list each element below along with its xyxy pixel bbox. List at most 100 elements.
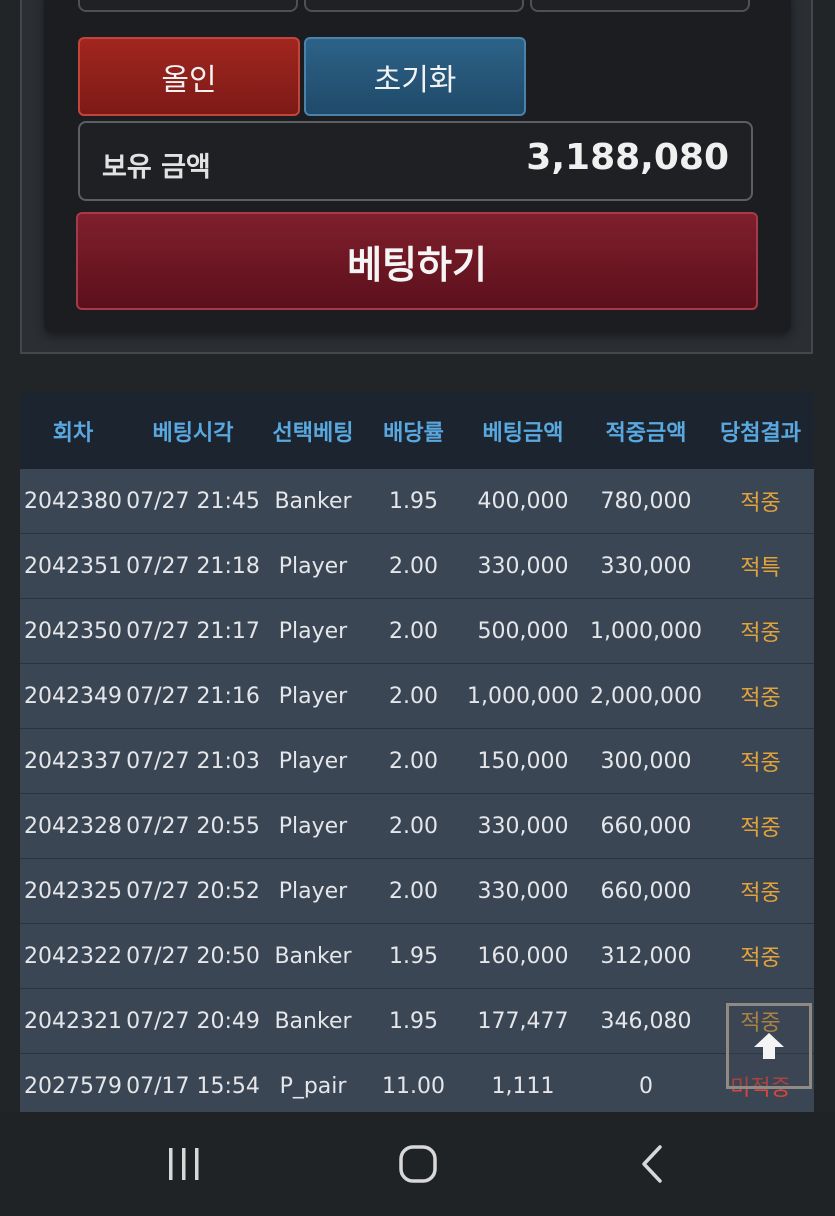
home-button[interactable] [388, 1142, 448, 1186]
chip-slot-3[interactable] [530, 0, 750, 12]
cell-payout: 312,000 [585, 923, 707, 989]
table-row: 2042351 07/27 21:18 Player 2.00 330,000 330,0… [20, 533, 814, 599]
cell-result: 적중 [707, 469, 814, 534]
cell-stake: 330,000 [461, 858, 585, 924]
table-header-row: 회차 베팅시각 선택베팅 배당률 베팅금액 적중금액 당첨결과 [20, 392, 814, 469]
column-header-stake: 베팅금액 [461, 392, 585, 469]
cell-time: 07/27 21:16 [126, 663, 260, 729]
balance-display: 보유 금액 3,188,080 [78, 121, 753, 201]
cell-round: 2027579 [20, 1053, 126, 1112]
cell-pick: Player [260, 793, 366, 859]
cell-stake: 330,000 [461, 793, 585, 859]
cell-round: 2042349 [20, 663, 126, 729]
cell-odds: 2.00 [366, 598, 461, 664]
cell-time: 07/27 21:03 [126, 728, 260, 794]
cell-round: 2042337 [20, 728, 126, 794]
system-nav-bar [0, 1112, 835, 1216]
table-row: 2042380 07/27 21:45 Banker 1.95 400,000 780,0… [20, 469, 814, 534]
back-icon [642, 1145, 662, 1183]
cell-odds: 1.95 [366, 988, 461, 1054]
cell-result: 적특 [707, 533, 814, 599]
chip-slot-1[interactable] [78, 0, 298, 12]
cell-pick: Player [260, 533, 366, 599]
arrow-up-icon [754, 1033, 784, 1059]
table-row: 2042328 07/27 20:55 Player 2.00 330,000 660,0… [20, 793, 814, 859]
place-bet-button[interactable]: 베팅하기 [76, 212, 758, 310]
cell-result: 적중 [707, 793, 814, 859]
cell-payout: 1,000,000 [585, 598, 707, 664]
cell-time: 07/27 20:55 [126, 793, 260, 859]
cell-odds: 1.95 [366, 923, 461, 989]
table-row: 2042349 07/27 21:16 Player 2.00 1,000,000 2,0… [20, 663, 814, 729]
cell-pick: Player [260, 728, 366, 794]
cell-result: 적중 [707, 598, 814, 664]
allin-button[interactable]: 올인 [78, 37, 300, 116]
cell-odds: 2.00 [366, 793, 461, 859]
cell-time: 07/27 20:52 [126, 858, 260, 924]
cell-time: 07/27 21:18 [126, 533, 260, 599]
cell-round: 2042325 [20, 858, 126, 924]
cell-odds: 2.00 [366, 728, 461, 794]
cell-round: 2042322 [20, 923, 126, 989]
cell-pick: Player [260, 598, 366, 664]
cell-odds: 2.00 [366, 533, 461, 599]
table-row: 2042321 07/27 20:49 Banker 1.95 177,477 346,0… [20, 988, 814, 1054]
cell-payout: 346,080 [585, 988, 707, 1054]
table-row: 2042325 07/27 20:52 Player 2.00 330,000 660,0… [20, 858, 814, 924]
cell-pick: Banker [260, 923, 366, 989]
column-header-round: 회차 [20, 392, 126, 469]
cell-payout: 660,000 [585, 858, 707, 924]
cell-payout: 300,000 [585, 728, 707, 794]
reset-button[interactable]: 초기화 [304, 37, 526, 116]
cell-odds: 2.00 [366, 663, 461, 729]
cell-odds: 2.00 [366, 858, 461, 924]
cell-result: 적중 [707, 923, 814, 989]
balance-label: 보유 금액 [102, 151, 211, 183]
home-icon [399, 1145, 437, 1183]
cell-time: 07/27 20:50 [126, 923, 260, 989]
cell-stake: 160,000 [461, 923, 585, 989]
recent-apps-icon [169, 1148, 199, 1180]
cell-result: 적중 [707, 663, 814, 729]
column-header-odds: 배당률 [366, 392, 461, 469]
balance-value: 3,188,080 [526, 136, 729, 178]
cell-stake: 1,000,000 [461, 663, 585, 729]
cell-time: 07/27 21:45 [126, 469, 260, 534]
cell-pick: Player [260, 663, 366, 729]
cell-payout: 660,000 [585, 793, 707, 859]
table-row: 2042337 07/27 21:03 Player 2.00 150,000 300,0… [20, 728, 814, 794]
back-button[interactable] [622, 1142, 682, 1186]
scroll-to-top-button[interactable] [726, 1003, 812, 1089]
table-row: 2027579 07/17 15:54 P_pair 11.00 1,111 0 미적중 [20, 1053, 814, 1112]
cell-round: 2042321 [20, 988, 126, 1054]
cell-pick: Banker [260, 469, 366, 534]
cell-payout: 0 [585, 1053, 707, 1112]
cell-stake: 330,000 [461, 533, 585, 599]
cell-pick: Banker [260, 988, 366, 1054]
cell-payout: 330,000 [585, 533, 707, 599]
cell-time: 07/27 21:17 [126, 598, 260, 664]
cell-result: 적중 [707, 728, 814, 794]
bet-history-table: 회차 베팅시각 선택베팅 배당률 베팅금액 적중금액 당첨결과 2042380 0… [20, 392, 814, 1112]
cell-odds: 11.00 [366, 1053, 461, 1112]
cell-time: 07/17 15:54 [126, 1053, 260, 1112]
recent-apps-button[interactable] [154, 1142, 214, 1186]
cell-payout: 780,000 [585, 469, 707, 534]
cell-time: 07/27 20:49 [126, 988, 260, 1054]
cell-stake: 500,000 [461, 598, 585, 664]
cell-pick: P_pair [260, 1053, 366, 1112]
cell-odds: 1.95 [366, 469, 461, 534]
cell-round: 2042351 [20, 533, 126, 599]
chip-slot-2[interactable] [304, 0, 524, 12]
cell-stake: 400,000 [461, 469, 585, 534]
cell-round: 2042380 [20, 469, 126, 534]
cell-round: 2042328 [20, 793, 126, 859]
cell-result: 적중 [707, 858, 814, 924]
cell-stake: 1,111 [461, 1053, 585, 1112]
cell-stake: 177,477 [461, 988, 585, 1054]
column-header-pick: 선택베팅 [260, 392, 366, 469]
table-row: 2042322 07/27 20:50 Banker 1.95 160,000 312,0… [20, 923, 814, 989]
column-header-payout: 적중금액 [585, 392, 707, 469]
cell-round: 2042350 [20, 598, 126, 664]
table-row: 2042350 07/27 21:17 Player 2.00 500,000 1,000… [20, 598, 814, 664]
